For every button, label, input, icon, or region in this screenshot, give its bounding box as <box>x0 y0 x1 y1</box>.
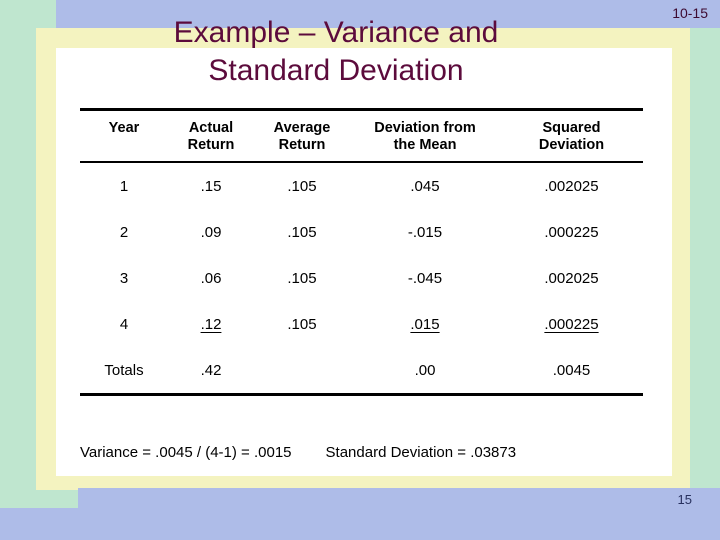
cell-deviation: .015 <box>410 315 440 333</box>
cell-year: 4 <box>119 315 129 333</box>
table-totals-row: Totals .42 .00 .0045 <box>80 347 643 393</box>
page-number: 15 <box>677 492 692 507</box>
cell-actual-return: .06 <box>200 269 222 287</box>
column-header-average-return: Average Return <box>273 120 331 153</box>
cell-totals-average-return <box>254 347 350 393</box>
page-title: Example – Variance and Standard Deviatio… <box>173 16 499 87</box>
table-header-row: Year Actual Return Average Return Deviat… <box>80 111 643 161</box>
slide-marker: 10-15 <box>672 5 708 21</box>
column-header-actual-return: Actual Return <box>187 120 235 153</box>
cell-totals-actual-return: .42 <box>200 361 222 379</box>
variance-formula: Variance = .0045 / (4-1) = .0015 <box>80 444 292 461</box>
table-header-group: Year Actual Return Average Return Deviat… <box>80 111 643 161</box>
cell-actual-return: .12 <box>200 315 222 333</box>
column-header-deviation-from-mean: Deviation from the Mean <box>374 120 476 153</box>
table-row: 1 .15 .105 .045 .002025 <box>80 163 643 209</box>
cell-squared-deviation: .000225 <box>544 223 599 241</box>
table-row: 3 .06 .105 -.045 .002025 <box>80 255 643 301</box>
variance-table: Year Actual Return Average Return Deviat… <box>80 108 643 396</box>
cell-average-return: .105 <box>287 269 317 287</box>
cell-year: 1 <box>119 177 129 195</box>
cell-average-return: .105 <box>287 315 317 333</box>
cell-year: 3 <box>119 269 129 287</box>
cell-deviation: -.015 <box>407 223 443 241</box>
table-body-group: 1 .15 .105 .045 .002025 2 .09 .105 -.015… <box>80 163 643 393</box>
cell-squared-deviation: .000225 <box>544 315 599 333</box>
cell-squared-deviation: .002025 <box>544 269 599 287</box>
cell-average-return: .105 <box>287 177 317 195</box>
column-header-squared-deviation: Squared Deviation <box>538 120 605 153</box>
cell-year: 2 <box>119 223 129 241</box>
column-header-year: Year <box>108 120 140 136</box>
cell-average-return: .105 <box>287 223 317 241</box>
cell-squared-deviation: .002025 <box>544 177 599 195</box>
cell-deviation: -.045 <box>407 269 443 287</box>
table-row: 2 .09 .105 -.015 .000225 <box>80 209 643 255</box>
cell-deviation: .045 <box>410 177 440 195</box>
table-row: 4 .12 .105 .015 .000225 <box>80 301 643 347</box>
cell-actual-return: .15 <box>200 177 222 195</box>
cell-totals-label: Totals <box>104 361 144 379</box>
cell-totals-squared-deviation: .0045 <box>552 361 591 379</box>
footer-formulas: Variance = .0045 / (4-1) = .0015 Standar… <box>80 444 650 461</box>
bottom-accent-band <box>0 508 720 540</box>
bottom-accent-band-upper <box>78 488 720 510</box>
cell-totals-deviation: .00 <box>414 361 436 379</box>
table-bottom-rule <box>80 393 643 396</box>
cell-actual-return: .09 <box>200 223 222 241</box>
standard-deviation-formula: Standard Deviation = .03873 <box>325 444 517 461</box>
